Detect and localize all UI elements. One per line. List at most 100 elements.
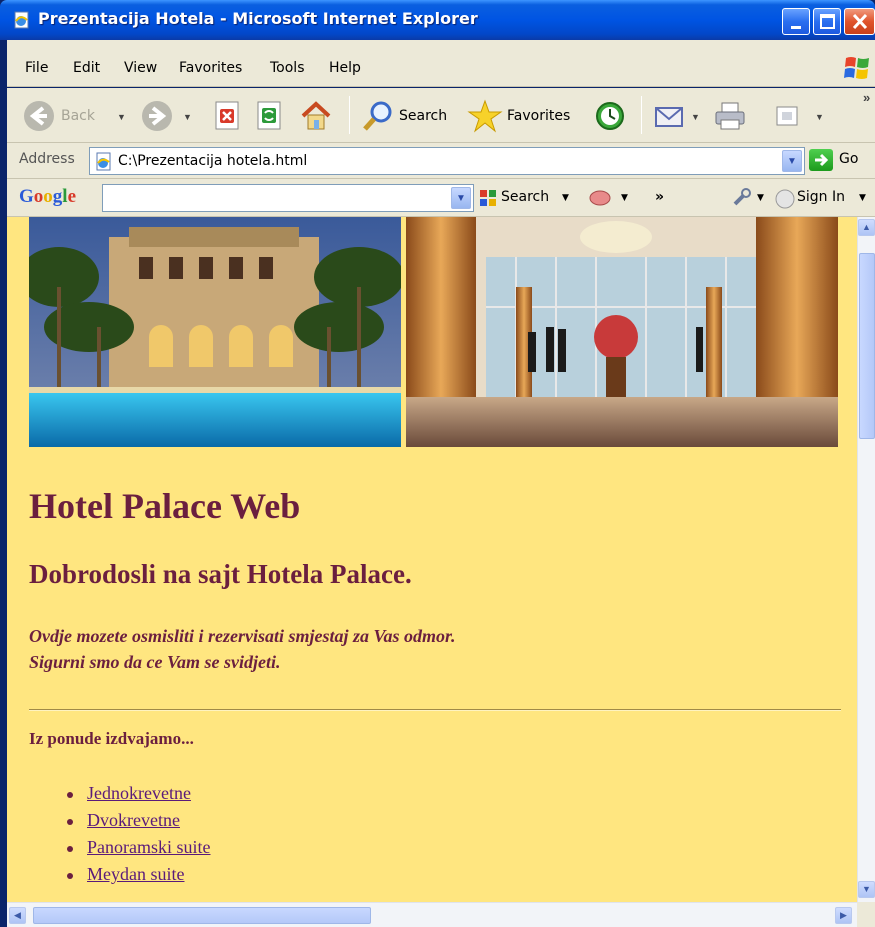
edit-dropdown-icon[interactable]: ▼	[815, 112, 824, 122]
minimize-button[interactable]	[782, 8, 810, 35]
address-dropdown-icon[interactable]: ▼	[782, 150, 802, 172]
google-search-icon	[480, 190, 496, 206]
favorites-label: Favorites	[507, 108, 571, 124]
maximize-icon	[820, 14, 835, 29]
horizontal-scrollbar[interactable]: ◀ ▶	[7, 902, 857, 927]
mail-button[interactable]	[653, 96, 689, 136]
list-item: Meydan suite	[67, 861, 211, 888]
menu-file[interactable]: File	[25, 60, 48, 76]
history-icon	[596, 102, 624, 130]
back-dropdown-icon[interactable]: ▼	[117, 112, 126, 122]
popup-blocker-dropdown-icon[interactable]: ▼	[621, 193, 628, 203]
edit-button[interactable]	[773, 96, 803, 136]
menu-help[interactable]: Help	[329, 60, 361, 76]
scroll-up-icon[interactable]: ▲	[858, 219, 875, 236]
favorites-button[interactable]: Favorites	[467, 96, 570, 136]
menu-view[interactable]: View	[124, 60, 157, 76]
refresh-button[interactable]	[255, 96, 285, 136]
hotel-exterior-image	[29, 217, 401, 447]
google-search-input[interactable]: ▼	[102, 184, 474, 212]
address-label: Address	[19, 151, 75, 167]
print-button[interactable]	[713, 96, 749, 136]
sign-in-user-icon	[775, 189, 795, 209]
popup-blocker-icon[interactable]	[587, 189, 613, 207]
scroll-down-icon[interactable]: ▼	[858, 881, 875, 898]
hotel-lobby-image	[406, 217, 838, 447]
intro-line-2: Sigurni smo da ce Vam se svidjeti.	[29, 652, 281, 672]
address-input[interactable]: C:\Prezentacija hotela.html ▼	[89, 147, 805, 175]
favorites-star-icon	[467, 99, 503, 133]
scroll-left-icon[interactable]: ◀	[9, 907, 26, 924]
mail-dropdown-icon[interactable]: ▼	[691, 112, 700, 122]
horizontal-rule	[29, 709, 841, 711]
offers-heading: Iz ponude izdvajamo...	[29, 729, 194, 748]
close-button[interactable]	[844, 8, 875, 35]
offer-link-meydan-suite[interactable]: Meydan suite	[87, 864, 184, 884]
page-title: Hotel Palace Web	[29, 486, 301, 526]
maximize-button[interactable]	[813, 8, 841, 35]
forward-button[interactable]	[139, 96, 175, 136]
google-search-dropdown-icon[interactable]: ▼	[562, 193, 569, 203]
sign-in-dropdown-icon[interactable]: ▼	[859, 193, 866, 203]
menu-edit[interactable]: Edit	[73, 60, 100, 76]
google-logo: Google	[19, 186, 76, 207]
offer-link-jednokrevetne[interactable]: Jednokrevetne	[87, 783, 191, 803]
windows-logo-icon	[844, 57, 869, 79]
menu-tools[interactable]: Tools	[270, 60, 305, 76]
intro-text: Ovdje mozete osmisliti i rezervisati smj…	[29, 623, 456, 675]
back-button[interactable]: Back	[21, 96, 95, 136]
back-label: Back	[61, 108, 95, 124]
history-button[interactable]	[593, 96, 627, 136]
scrollbar-corner	[857, 902, 875, 927]
home-button[interactable]	[299, 96, 333, 136]
toolbar-separator	[641, 96, 642, 134]
address-url: C:\Prezentacija hotela.html	[118, 153, 308, 169]
stop-button[interactable]	[213, 96, 243, 136]
vertical-scroll-thumb[interactable]	[859, 253, 875, 439]
list-item: Dvokrevetne	[67, 807, 211, 834]
list-item: Jednokrevetne	[67, 780, 211, 807]
go-label[interactable]: Go	[839, 151, 858, 167]
google-toolbar: Google ▼ Search ▼ ▼ » ▼ Sign In ▼	[7, 179, 875, 217]
address-bar: Address C:\Prezentacija hotela.html ▼ Go	[7, 143, 875, 179]
sign-in-button[interactable]: Sign In	[797, 189, 845, 205]
search-button[interactable]: Search	[361, 96, 447, 136]
close-icon	[852, 13, 868, 30]
menu-favorites[interactable]: Favorites	[179, 60, 242, 76]
toolbar-more-chevron[interactable]: »	[863, 90, 870, 105]
forward-dropdown-icon[interactable]: ▼	[183, 112, 192, 122]
google-search-dropdown-icon[interactable]: ▼	[451, 187, 471, 209]
ie-page-icon	[14, 11, 29, 29]
minimize-icon	[791, 26, 801, 29]
page-icon	[96, 152, 111, 171]
google-more-chevron[interactable]: »	[655, 189, 664, 205]
offers-list: Jednokrevetne Dvokrevetne Panoramski sui…	[67, 780, 211, 888]
scroll-right-icon[interactable]: ▶	[835, 907, 852, 924]
search-label: Search	[399, 108, 448, 124]
mail-icon	[655, 107, 683, 127]
browser-window: Prezentacija Hotela - Microsoft Internet…	[0, 0, 875, 927]
wrench-dropdown-icon[interactable]: ▼	[757, 193, 764, 203]
standard-toolbar: Back ▼ ▼ Search Favorites ▼ ▼ »	[7, 88, 875, 143]
title-bar: Prezentacija Hotela - Microsoft Internet…	[0, 0, 875, 40]
back-arrow-icon	[24, 101, 54, 131]
vertical-scrollbar[interactable]: ▲ ▼	[857, 217, 875, 902]
wrench-icon[interactable]	[731, 188, 753, 208]
refresh-icon	[257, 101, 281, 130]
forward-arrow-icon	[142, 101, 172, 131]
page-content: Hotel Palace Web Dobrodosli na sajt Hote…	[7, 217, 857, 902]
menu-bar: File Edit View Favorites Tools Help	[7, 40, 875, 87]
offer-link-dvokrevetne[interactable]: Dvokrevetne	[87, 810, 180, 830]
go-button[interactable]	[809, 149, 833, 171]
google-search-button[interactable]: Search	[501, 189, 549, 205]
search-magnifier-icon	[363, 101, 392, 131]
page-subtitle: Dobrodosli na sajt Hotela Palace.	[29, 559, 412, 589]
go-arrow-icon	[815, 153, 829, 167]
print-icon	[715, 102, 745, 130]
edit-page-icon	[776, 106, 798, 126]
home-icon	[301, 101, 331, 130]
offer-link-panoramski-suite[interactable]: Panoramski suite	[87, 837, 211, 857]
toolbar-separator	[349, 96, 350, 134]
list-item: Panoramski suite	[67, 834, 211, 861]
horizontal-scroll-thumb[interactable]	[33, 907, 371, 924]
